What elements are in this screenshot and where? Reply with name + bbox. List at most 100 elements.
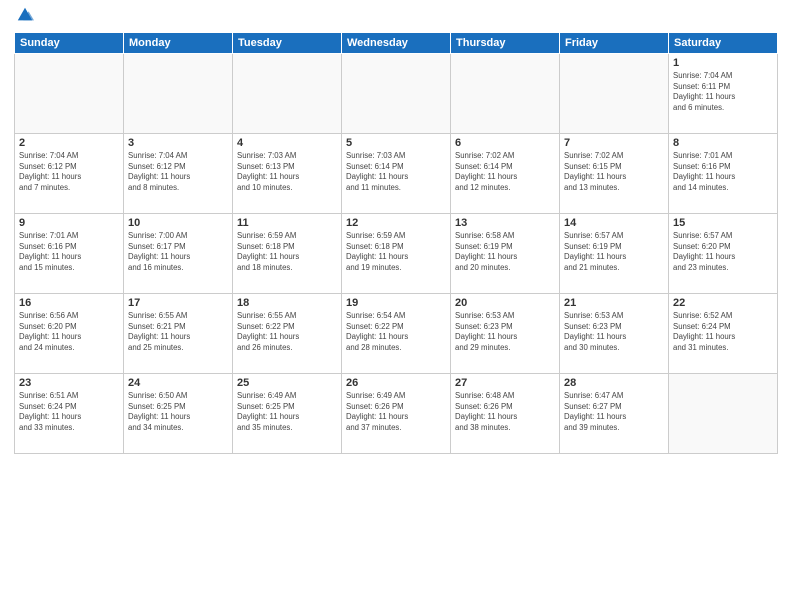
calendar-cell: 21 Sunrise: 6:53 AM Sunset: 6:23 PM Dayli… — [560, 294, 669, 374]
calendar-cell: 19 Sunrise: 6:54 AM Sunset: 6:22 PM Dayli… — [342, 294, 451, 374]
day-info: Sunrise: 6:57 AM Sunset: 6:20 PM Dayligh… — [673, 231, 773, 273]
calendar-week-row: 9 Sunrise: 7:01 AM Sunset: 6:16 PM Daylig… — [15, 214, 778, 294]
header — [14, 10, 778, 24]
weekday-header-saturday: Saturday — [669, 33, 778, 54]
day-info: Sunrise: 7:03 AM Sunset: 6:13 PM Dayligh… — [237, 151, 337, 193]
day-number: 5 — [346, 137, 446, 149]
day-info: Sunrise: 6:57 AM Sunset: 6:19 PM Dayligh… — [564, 231, 664, 273]
calendar-cell: 23 Sunrise: 6:51 AM Sunset: 6:24 PM Dayli… — [15, 374, 124, 454]
day-info: Sunrise: 6:49 AM Sunset: 6:26 PM Dayligh… — [346, 391, 446, 433]
day-number: 20 — [455, 297, 555, 309]
day-number: 11 — [237, 217, 337, 229]
day-info: Sunrise: 6:53 AM Sunset: 6:23 PM Dayligh… — [455, 311, 555, 353]
day-number: 6 — [455, 137, 555, 149]
weekday-header-friday: Friday — [560, 33, 669, 54]
calendar-cell — [560, 54, 669, 134]
day-number: 8 — [673, 137, 773, 149]
day-number: 25 — [237, 377, 337, 389]
day-info: Sunrise: 6:50 AM Sunset: 6:25 PM Dayligh… — [128, 391, 228, 433]
calendar-cell: 7 Sunrise: 7:02 AM Sunset: 6:15 PM Daylig… — [560, 134, 669, 214]
logo-icon — [16, 6, 34, 24]
calendar-cell: 13 Sunrise: 6:58 AM Sunset: 6:19 PM Dayli… — [451, 214, 560, 294]
page-container: SundayMondayTuesdayWednesdayThursdayFrid… — [0, 0, 792, 612]
calendar-cell: 14 Sunrise: 6:57 AM Sunset: 6:19 PM Dayli… — [560, 214, 669, 294]
day-info: Sunrise: 6:53 AM Sunset: 6:23 PM Dayligh… — [564, 311, 664, 353]
calendar-cell: 17Sunrise: 6:55 AM Sunset: 6:21 PM Dayli… — [124, 294, 233, 374]
day-number: 7 — [564, 137, 664, 149]
day-number: 1 — [673, 57, 773, 69]
day-info: Sunrise: 6:59 AM Sunset: 6:18 PM Dayligh… — [237, 231, 337, 273]
calendar-cell: 10 Sunrise: 7:00 AM Sunset: 6:17 PM Dayli… — [124, 214, 233, 294]
calendar-cell: 15 Sunrise: 6:57 AM Sunset: 6:20 PM Dayli… — [669, 214, 778, 294]
weekday-header-monday: Monday — [124, 33, 233, 54]
calendar-cell — [342, 54, 451, 134]
day-number: 18 — [237, 297, 337, 309]
day-info: Sunrise: 6:58 AM Sunset: 6:19 PM Dayligh… — [455, 231, 555, 273]
calendar-week-row: 1 Sunrise: 7:04 AM Sunset: 6:11 PM Daylig… — [15, 54, 778, 134]
calendar-cell: 26 Sunrise: 6:49 AM Sunset: 6:26 PM Dayli… — [342, 374, 451, 454]
calendar-cell — [124, 54, 233, 134]
day-number: 28 — [564, 377, 664, 389]
day-info: Sunrise: 7:02 AM Sunset: 6:15 PM Dayligh… — [564, 151, 664, 193]
day-info: Sunrise: 7:00 AM Sunset: 6:17 PM Dayligh… — [128, 231, 228, 273]
calendar-week-row: 2 Sunrise: 7:04 AM Sunset: 6:12 PM Daylig… — [15, 134, 778, 214]
day-number: 22 — [673, 297, 773, 309]
calendar-cell: 1 Sunrise: 7:04 AM Sunset: 6:11 PM Daylig… — [669, 54, 778, 134]
calendar-cell: 28 Sunrise: 6:47 AM Sunset: 6:27 PM Dayli… — [560, 374, 669, 454]
day-info: Sunrise: 7:03 AM Sunset: 6:14 PM Dayligh… — [346, 151, 446, 193]
day-number: 2 — [19, 137, 119, 149]
day-number: 14 — [564, 217, 664, 229]
calendar-week-row: 16 Sunrise: 6:56 AM Sunset: 6:20 PM Dayli… — [15, 294, 778, 374]
calendar-cell: 9 Sunrise: 7:01 AM Sunset: 6:16 PM Daylig… — [15, 214, 124, 294]
weekday-header-row: SundayMondayTuesdayWednesdayThursdayFrid… — [15, 33, 778, 54]
day-number: 17 — [128, 297, 228, 309]
calendar-cell: 3 Sunrise: 7:04 AM Sunset: 6:12 PM Daylig… — [124, 134, 233, 214]
day-info: Sunrise: 6:54 AM Sunset: 6:22 PM Dayligh… — [346, 311, 446, 353]
calendar-cell: 8Sunrise: 7:01 AM Sunset: 6:16 PM Daylig… — [669, 134, 778, 214]
day-number: 16 — [19, 297, 119, 309]
day-number: 13 — [455, 217, 555, 229]
logo — [14, 10, 34, 24]
day-number: 21 — [564, 297, 664, 309]
day-number: 19 — [346, 297, 446, 309]
calendar-cell: 16 Sunrise: 6:56 AM Sunset: 6:20 PM Dayli… — [15, 294, 124, 374]
day-number: 10 — [128, 217, 228, 229]
day-number: 24 — [128, 377, 228, 389]
weekday-header-tuesday: Tuesday — [233, 33, 342, 54]
day-info: Sunrise: 6:52 AM Sunset: 6:24 PM Dayligh… — [673, 311, 773, 353]
calendar-cell — [233, 54, 342, 134]
day-info: Sunrise: 7:02 AM Sunset: 6:14 PM Dayligh… — [455, 151, 555, 193]
calendar-cell — [15, 54, 124, 134]
day-info: Sunrise: 7:01 AM Sunset: 6:16 PM Dayligh… — [19, 231, 119, 273]
day-info: Sunrise: 6:59 AM Sunset: 6:18 PM Dayligh… — [346, 231, 446, 273]
day-number: 4 — [237, 137, 337, 149]
day-info: Sunrise: 6:56 AM Sunset: 6:20 PM Dayligh… — [19, 311, 119, 353]
weekday-header-wednesday: Wednesday — [342, 33, 451, 54]
day-info: Sunrise: 6:48 AM Sunset: 6:26 PM Dayligh… — [455, 391, 555, 433]
day-number: 12 — [346, 217, 446, 229]
calendar-cell: 11 Sunrise: 6:59 AM Sunset: 6:18 PM Dayli… — [233, 214, 342, 294]
day-info: Sunrise: 7:04 AM Sunset: 6:12 PM Dayligh… — [128, 151, 228, 193]
day-number: 3 — [128, 137, 228, 149]
calendar-table: SundayMondayTuesdayWednesdayThursdayFrid… — [14, 32, 778, 454]
day-info: Sunrise: 7:04 AM Sunset: 6:12 PM Dayligh… — [19, 151, 119, 193]
calendar-cell: 25 Sunrise: 6:49 AM Sunset: 6:25 PM Dayli… — [233, 374, 342, 454]
day-info: Sunrise: 6:55 AM Sunset: 6:22 PM Dayligh… — [237, 311, 337, 353]
day-number: 9 — [19, 217, 119, 229]
calendar-cell: 27Sunrise: 6:48 AM Sunset: 6:26 PM Dayli… — [451, 374, 560, 454]
calendar-cell: 6 Sunrise: 7:02 AM Sunset: 6:14 PM Daylig… — [451, 134, 560, 214]
calendar-cell — [451, 54, 560, 134]
day-info: Sunrise: 7:04 AM Sunset: 6:11 PM Dayligh… — [673, 71, 773, 113]
day-info: Sunrise: 6:49 AM Sunset: 6:25 PM Dayligh… — [237, 391, 337, 433]
day-number: 23 — [19, 377, 119, 389]
weekday-header-sunday: Sunday — [15, 33, 124, 54]
day-number: 26 — [346, 377, 446, 389]
day-info: Sunrise: 6:51 AM Sunset: 6:24 PM Dayligh… — [19, 391, 119, 433]
calendar-cell: 24 Sunrise: 6:50 AM Sunset: 6:25 PM Dayli… — [124, 374, 233, 454]
day-number: 15 — [673, 217, 773, 229]
calendar-week-row: 23 Sunrise: 6:51 AM Sunset: 6:24 PM Dayli… — [15, 374, 778, 454]
calendar-cell: 20 Sunrise: 6:53 AM Sunset: 6:23 PM Dayli… — [451, 294, 560, 374]
calendar-cell — [669, 374, 778, 454]
calendar-cell: 5 Sunrise: 7:03 AM Sunset: 6:14 PM Daylig… — [342, 134, 451, 214]
day-info: Sunrise: 6:47 AM Sunset: 6:27 PM Dayligh… — [564, 391, 664, 433]
